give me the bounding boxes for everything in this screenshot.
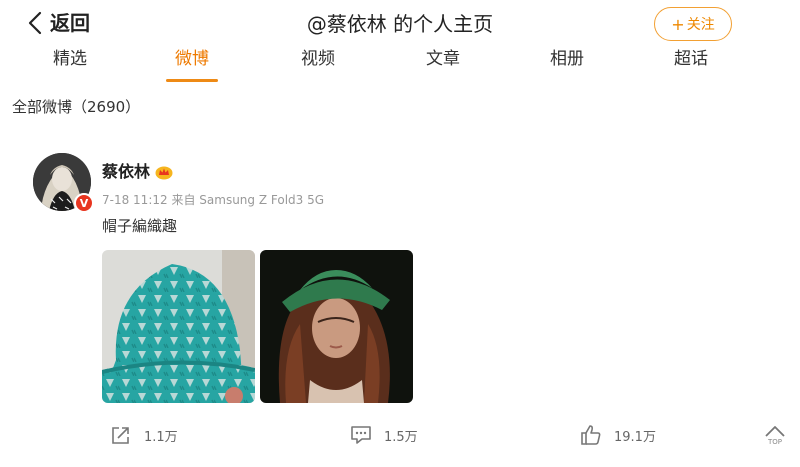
- like-count: 19.1万: [614, 429, 656, 445]
- author-name[interactable]: 蔡依林: [102, 162, 150, 182]
- tab-weibo[interactable]: 微博: [142, 46, 242, 72]
- like-button[interactable]: 19.1万: [580, 424, 656, 446]
- post-image-portrait[interactable]: [260, 250, 413, 403]
- top-bar: 返回 @蔡依林 的个人主页 + 关注: [0, 0, 800, 46]
- chevron-left-icon: [28, 11, 42, 35]
- verified-badge: V: [74, 193, 94, 213]
- tab-super-topics[interactable]: 超话: [641, 46, 741, 72]
- follow-button[interactable]: + 关注: [654, 7, 732, 41]
- back-to-top-button[interactable]: TOP: [762, 424, 788, 450]
- tab-videos[interactable]: 视频: [268, 46, 368, 72]
- chevron-up-icon: [765, 426, 785, 437]
- plus-icon: +: [671, 14, 685, 34]
- follow-label: 关注: [686, 17, 715, 33]
- comment-icon: [351, 426, 371, 444]
- tab-featured[interactable]: 精选: [20, 46, 120, 72]
- repost-count: 1.1万: [144, 429, 178, 445]
- active-tab-indicator: [166, 79, 218, 82]
- post-actions: 1.1万 1.5万 19.1万: [0, 424, 800, 450]
- repost-button[interactable]: 1.1万: [110, 424, 178, 446]
- comment-count: 1.5万: [384, 429, 418, 445]
- back-button[interactable]: 返回: [28, 10, 90, 36]
- post-text: 帽子編織趣: [102, 217, 178, 235]
- back-label: 返回: [50, 11, 90, 35]
- profile-tabs: 精选 微博 视频 文章 相册 超话: [0, 46, 800, 86]
- avatar[interactable]: V: [33, 153, 94, 213]
- crochet-hat-image: [102, 250, 255, 403]
- post-source: 来自 Samsung Z Fold3 5G: [171, 193, 325, 207]
- post-image-hat[interactable]: [102, 250, 255, 403]
- crown-icon: [155, 166, 173, 180]
- tab-albums[interactable]: 相册: [517, 46, 617, 72]
- post-time: 7-18 11:12: [102, 193, 168, 207]
- portrait-image: [260, 250, 413, 403]
- back-to-top-label: TOP: [767, 438, 782, 446]
- post-count: 全部微博（2690）: [12, 98, 141, 116]
- thumbs-up-icon: [581, 425, 601, 445]
- comment-button[interactable]: 1.5万: [350, 424, 418, 446]
- share-icon: [112, 427, 129, 444]
- post-meta: 7-18 11:12 来自 Samsung Z Fold3 5G: [102, 192, 324, 208]
- tab-articles[interactable]: 文章: [393, 46, 493, 72]
